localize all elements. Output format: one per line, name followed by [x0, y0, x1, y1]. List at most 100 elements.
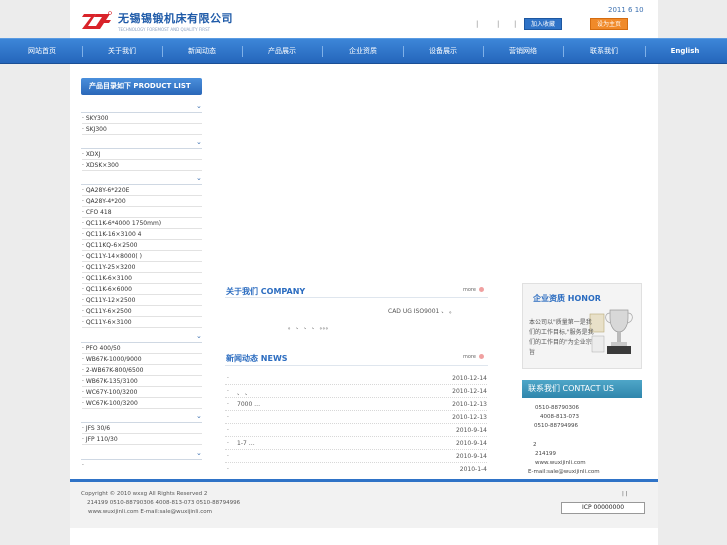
nav-divider: [322, 46, 323, 57]
news-more-link[interactable]: more: [463, 354, 484, 360]
news-bullet: ·: [227, 388, 229, 395]
nav-divider: [242, 46, 243, 57]
product-link[interactable]: · SKJ300: [82, 124, 202, 135]
nav-item-home[interactable]: 网站首页: [22, 39, 62, 63]
category-toggle-icon[interactable]: ⌄: [196, 449, 202, 457]
logo-mark-icon: [82, 11, 112, 31]
nav-item-products[interactable]: 产品展示: [262, 39, 302, 63]
more-arrow-icon: [478, 354, 484, 359]
current-date: 2011 6 10: [608, 6, 644, 14]
category-toggle-icon[interactable]: ⌄: [196, 332, 202, 340]
product-link[interactable]: · QC11K-6×6000: [82, 284, 202, 295]
product-list-heading: 产品目录如下 PRODUCT LIST: [81, 78, 202, 95]
product-link[interactable]: · XDXJ: [82, 149, 202, 160]
news-date: 2010-9-14: [455, 453, 487, 460]
company-more-link[interactable]: more: [463, 287, 484, 293]
news-bullet: ·: [227, 375, 229, 382]
news-date: 2010-1-4: [459, 466, 487, 473]
product-link[interactable]: · JFP 110/30: [82, 434, 202, 445]
contact-hotline: 4008-813-073: [540, 414, 579, 420]
product-link[interactable]: · QC11Y-25×3200: [82, 262, 202, 273]
company-name-cn: 无锡锡锻机床有限公司: [118, 12, 233, 25]
news-date: 2010-9-14: [455, 440, 487, 447]
product-link[interactable]: ·: [82, 460, 202, 471]
contact-postcode: 214199: [535, 451, 556, 457]
footer-copyright: Copyright © 2010 wxxg All Rights Reserve…: [81, 491, 208, 497]
footer-web: www.wuxijinli.com E-mail:sale@wuxijinli.…: [88, 509, 212, 515]
more-arrow-icon: [478, 287, 484, 292]
more-label: more: [463, 287, 476, 293]
nav-divider: [162, 46, 163, 57]
nav-item-honor[interactable]: 企业资质: [343, 39, 383, 63]
product-link[interactable]: · 2-WB67K-800/6500: [82, 365, 202, 376]
product-link[interactable]: · QC11Y-6×3100: [82, 317, 202, 328]
news-date: 2010-12-13: [452, 401, 487, 408]
contact-website[interactable]: www.wuxijinli.com: [535, 460, 586, 466]
nav-item-english[interactable]: English: [662, 39, 708, 63]
news-row[interactable]: · 7000 … 2010-12-13: [225, 399, 487, 411]
product-link[interactable]: · QA28Y-4*200: [82, 196, 202, 207]
category-toggle-icon[interactable]: ⌄: [196, 102, 202, 110]
header-separator: |: [497, 20, 500, 28]
category-toggle-icon[interactable]: ⌄: [196, 138, 202, 146]
news-date: 2010-12-14: [452, 375, 487, 382]
nav-divider: [82, 46, 83, 57]
nav-item-news[interactable]: 新闻动态: [182, 39, 222, 63]
nav-divider: [483, 46, 484, 57]
company-intro-line: CAD UG ISO9001 、 。: [388, 308, 456, 315]
product-link[interactable]: · QC11K-16×3100 4: [82, 229, 202, 240]
product-link[interactable]: · QC11Y-14×8000( ): [82, 251, 202, 262]
news-row[interactable]: · 2010-12-13: [225, 412, 487, 424]
category-toggle-icon[interactable]: ⌄: [196, 174, 202, 182]
contact-email[interactable]: E-mail:sale@wuxijinli.com: [528, 469, 600, 475]
add-favorite-button[interactable]: 加入收藏: [524, 18, 562, 30]
product-link[interactable]: · WC67Y-100/3200: [82, 387, 202, 398]
footer-contact: 214199 0510-88790306 4008-813-073 0510-8…: [87, 500, 241, 506]
news-section-title: 新闻动态 NEWS: [226, 354, 288, 363]
logo-title: 无锡锡锻机床有限公司 TECHNOLOGY FOREMOST AND QUALI…: [118, 10, 233, 32]
news-bullet: ·: [227, 401, 229, 408]
contact-fax: 0510-88794996: [534, 423, 578, 429]
news-row[interactable]: · 2010-9-14: [225, 451, 487, 463]
news-date: 2010-12-13: [452, 414, 487, 421]
nav-item-equipment[interactable]: 设备展示: [423, 39, 463, 63]
product-link[interactable]: · WB67K-1000/9000: [82, 354, 202, 365]
news-row[interactable]: · 1-7 … 2010-9-14: [225, 438, 487, 450]
news-date: 2010-9-14: [455, 427, 487, 434]
product-link[interactable]: · PFO 400/50: [82, 343, 202, 354]
news-bullet: ·: [227, 466, 229, 473]
icp-badge[interactable]: ICP 00000000: [561, 502, 645, 514]
product-link[interactable]: · QC11KQ-6×2500: [82, 240, 202, 251]
product-link[interactable]: · XDSK×300: [82, 160, 202, 171]
product-link[interactable]: · QC11K-6*4000 1750mm): [82, 218, 202, 229]
nav-item-about[interactable]: 关于我们: [102, 39, 142, 63]
nav-divider: [645, 46, 646, 57]
product-link[interactable]: · SKY300: [82, 113, 202, 124]
company-logo[interactable]: 无锡锡锻机床有限公司 TECHNOLOGY FOREMOST AND QUALI…: [82, 10, 233, 32]
nav-divider: [403, 46, 404, 57]
news-bullet: ·: [227, 414, 229, 421]
set-homepage-button[interactable]: 设为主页: [590, 18, 628, 30]
product-link[interactable]: · WB67K-135/3100: [82, 376, 202, 387]
product-link[interactable]: · WC67K-100/3200: [82, 398, 202, 409]
news-row[interactable]: · 2010-1-4: [225, 464, 487, 476]
main-nav: 网站首页 关于我们 新闻动态 产品展示 企业资质 设备展示 营销网络 联系我们 …: [0, 38, 727, 64]
page: { "header": { "company_cn": "无锡锡锻机床有限公司"…: [0, 0, 727, 545]
product-link[interactable]: · QA28Y-6*220E: [82, 185, 202, 196]
product-link[interactable]: · CFO 418: [82, 207, 202, 218]
product-link[interactable]: · QC11Y-12×2500: [82, 295, 202, 306]
product-link[interactable]: · QC11Y-6×2500: [82, 306, 202, 317]
news-row[interactable]: · 2010-9-14: [225, 425, 487, 437]
news-row[interactable]: · 、 、 2010-12-14: [225, 386, 487, 398]
contact-phone: 0510-88790306: [535, 405, 579, 411]
more-label: more: [463, 354, 476, 360]
footer-pipes: | |: [622, 491, 628, 497]
news-row[interactable]: · 2010-12-14: [225, 373, 487, 385]
category-toggle-icon[interactable]: ⌄: [196, 412, 202, 420]
honor-description: 本公司以"质量第一是我们的工作目标,"服务是我们的工作目的"为企业宗旨: [529, 319, 594, 356]
product-link[interactable]: · QC11K-6×3100: [82, 273, 202, 284]
honor-title: 企业资质 HONOR: [533, 294, 601, 303]
nav-item-network[interactable]: 营销网络: [503, 39, 543, 63]
product-link[interactable]: · JFS 30/6: [82, 423, 202, 434]
nav-item-contact[interactable]: 联系我们: [584, 39, 624, 63]
